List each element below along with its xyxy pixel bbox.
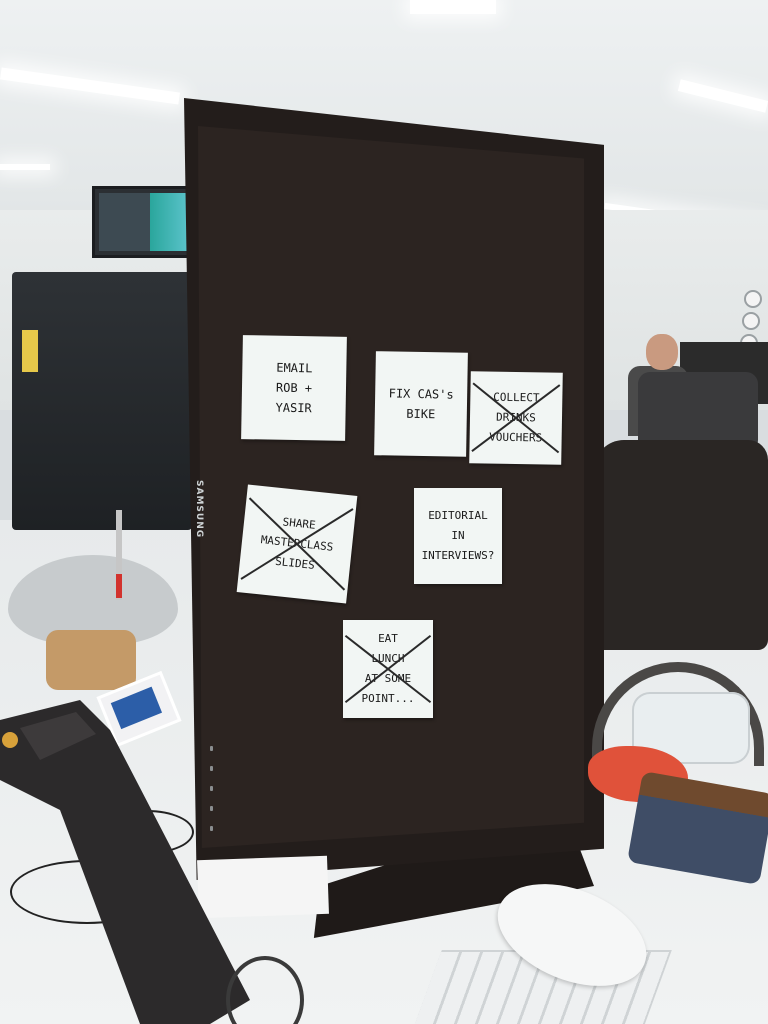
sticky-note-text: EDITORIAL IN INTERVIEWS? [421, 509, 495, 562]
sticky-note-text: FIX CAS's BIKE [388, 386, 454, 422]
sticky-note-editorial: EDITORIAL IN INTERVIEWS? [414, 488, 502, 584]
pen-tip [116, 574, 122, 598]
sticky-note-text: EAT LUNCH AT SOME POINT... [361, 632, 415, 705]
office-photo: SAMSUNG EMAIL ROB + YASIR FIX CAS's BIKE… [0, 0, 768, 1024]
sticky-note-text: SHARE MASTERCLASS SLIDES [260, 515, 334, 572]
tape-roll [46, 630, 136, 690]
sticky-note-eat-lunch: EAT LUNCH AT SOME POINT... [343, 620, 433, 718]
sticky-note-share-slides: SHARE MASTERCLASS SLIDES [236, 484, 358, 604]
yellow-label [22, 330, 38, 372]
small-background-monitor [92, 186, 194, 258]
ceiling-light [410, 0, 496, 14]
office-chair-with-jacket [594, 440, 768, 650]
sticky-note-fix-bike: FIX CAS's BIKE [374, 351, 468, 457]
wall-clock-icon [744, 290, 762, 308]
left-monitor-back [12, 272, 192, 530]
sticky-note-text: EMAIL ROB + YASIR [275, 360, 313, 416]
background-person-head [646, 334, 678, 370]
sticky-note-text: COLLECT DRINKS VOUCHERS [489, 390, 543, 445]
desk-lamp-arm [0, 700, 250, 1024]
sticky-note-collect-vouchers: COLLECT DRINKS VOUCHERS [469, 371, 563, 465]
ceiling-light [0, 164, 50, 170]
wall-clock-icon [742, 312, 760, 330]
monitor-brand-label: SAMSUNG [194, 480, 204, 539]
sticky-note-email: EMAIL ROB + YASIR [241, 335, 347, 441]
